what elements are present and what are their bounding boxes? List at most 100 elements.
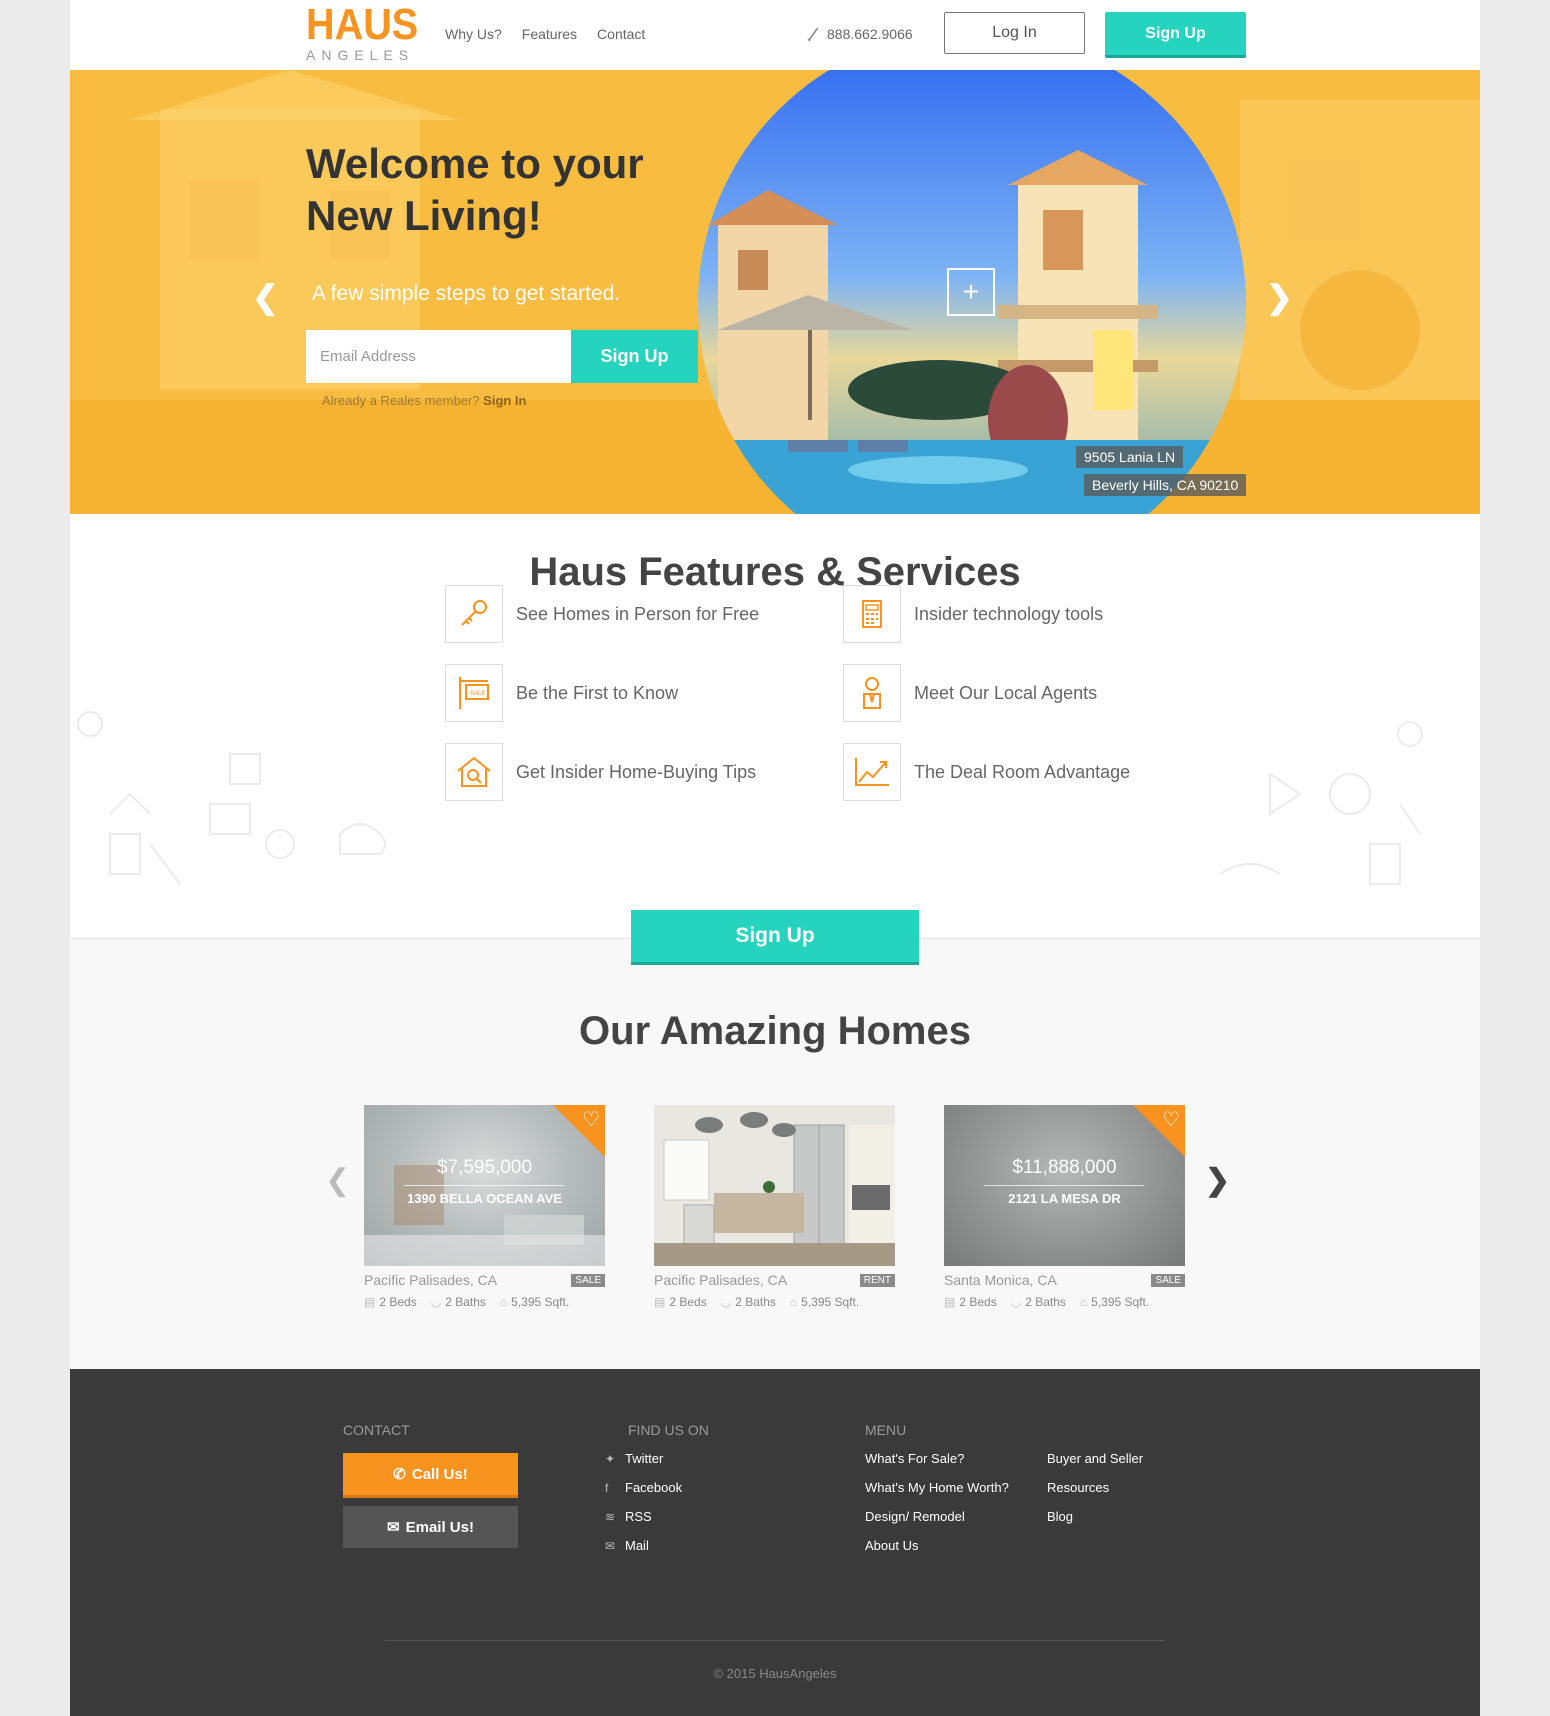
mail-icon: ✉ bbox=[605, 1539, 616, 1553]
logo[interactable]: HAUS ANGELES bbox=[306, 0, 431, 63]
beds-spec: ▤ 2 Beds bbox=[944, 1295, 997, 1309]
hero-prev-arrow-icon[interactable]: ❮ bbox=[252, 278, 279, 316]
home-price: $7,595,000 bbox=[436, 1157, 533, 1178]
bath-icon: ◡ bbox=[1010, 1295, 1022, 1309]
nav-item-features[interactable]: Features bbox=[522, 26, 577, 42]
features-signup-button[interactable]: Sign Up bbox=[631, 910, 919, 962]
feature-item-first-to-know[interactable]: SALE Be the First to Know bbox=[445, 664, 678, 722]
beds-spec: ▤ 2 Beds bbox=[654, 1295, 707, 1309]
bath-icon: ◡ bbox=[430, 1295, 442, 1309]
signin-link[interactable]: Sign In bbox=[483, 393, 526, 408]
heart-icon[interactable]: ♡ bbox=[1162, 1110, 1180, 1130]
bed-icon: ▤ bbox=[364, 1295, 376, 1309]
hero-signup-button[interactable]: Sign Up bbox=[571, 330, 698, 383]
nav-item-why-us[interactable]: Why Us? bbox=[445, 26, 502, 42]
footer-link-blog[interactable]: Blog bbox=[1047, 1507, 1143, 1536]
footer-divider bbox=[385, 1640, 1165, 1641]
home-address: 1390 BELLA OCEAN AVE bbox=[407, 1191, 562, 1206]
footer-link-for-sale[interactable]: What's For Sale? bbox=[865, 1449, 1009, 1478]
house-icon: ⌂ bbox=[789, 1295, 798, 1309]
home-card[interactable]: ♡ $11,888,000 2121 LA MESA DR Santa Moni… bbox=[944, 1105, 1185, 1309]
social-label: RSS bbox=[625, 1509, 652, 1524]
social-link-twitter[interactable]: ✦ Twitter bbox=[605, 1449, 682, 1478]
feature-item-tech-tools[interactable]: Insider technology tools bbox=[843, 585, 1103, 643]
feature-label: Be the First to Know bbox=[516, 682, 679, 703]
feature-item-home-buying-tips[interactable]: Get Insider Home-Buying Tips bbox=[445, 743, 756, 801]
homes-prev-arrow-icon[interactable]: ❮ bbox=[325, 1163, 350, 1198]
home-photo bbox=[654, 1105, 895, 1266]
login-button[interactable]: Log In bbox=[944, 12, 1085, 54]
heart-icon[interactable]: ♡ bbox=[582, 1110, 600, 1130]
agent-icon bbox=[843, 664, 901, 722]
footer-menu-col2: Buyer and Seller Resources Blog bbox=[1047, 1449, 1143, 1536]
hero-subtitle: A few simple steps to get started. bbox=[312, 282, 621, 305]
footer-link-home-worth[interactable]: What's My Home Worth? bbox=[865, 1478, 1009, 1507]
social-link-facebook[interactable]: f Facebook bbox=[605, 1478, 682, 1507]
home-location: Pacific Palisades, CA bbox=[654, 1272, 788, 1288]
header-signup-button[interactable]: Sign Up bbox=[1105, 12, 1246, 55]
feature-item-local-agents[interactable]: Meet Our Local Agents bbox=[843, 664, 1097, 722]
home-address: 2121 LA MESA DR bbox=[1008, 1191, 1121, 1206]
svg-text:SALE: SALE bbox=[470, 691, 485, 697]
features-section: Haus Features & Services See Homes in Pe… bbox=[70, 514, 1480, 938]
site-header: HAUS ANGELES Why Us? Features Contact 88… bbox=[70, 0, 1480, 70]
expand-plus-icon[interactable]: + bbox=[947, 268, 995, 316]
site-footer: CONTACT ✆ Call Us! ✉ Email Us! FIND US O… bbox=[70, 1369, 1480, 1716]
price-divider bbox=[984, 1185, 1144, 1186]
social-link-rss[interactable]: ≋ RSS bbox=[605, 1507, 682, 1536]
phone-number[interactable]: 888.662.9066 bbox=[805, 26, 913, 42]
email-us-label: Email Us! bbox=[405, 1518, 474, 1536]
home-location: Pacific Palisades, CA bbox=[364, 1272, 498, 1288]
logo-wordmark: HAUS bbox=[306, 0, 419, 49]
house-icon: ⌂ bbox=[1079, 1295, 1088, 1309]
hero-title-line2: New Living! bbox=[306, 192, 542, 239]
sqft-spec: ⌂ 5,395 Sqft. bbox=[1079, 1295, 1150, 1309]
home-price: $11,888,000 bbox=[1012, 1157, 1117, 1178]
home-card[interactable]: Pacific Palisades, CA RENT ▤ 2 Beds ◡ 2 Ba… bbox=[654, 1105, 895, 1309]
footer-link-about-us[interactable]: About Us bbox=[865, 1536, 1009, 1565]
footer-menu-heading: MENU bbox=[865, 1422, 907, 1438]
feature-label: Meet Our Local Agents bbox=[914, 682, 1098, 703]
hero-banner: Welcome to your New Living! A few simple… bbox=[70, 70, 1480, 514]
social-link-mail[interactable]: ✉ Mail bbox=[605, 1536, 682, 1565]
listing-address-city: Beverly Hills, CA 90210 bbox=[1084, 474, 1247, 496]
home-specs: ▤ 2 Beds ◡ 2 Baths ⌂ 5,395 Sqft. bbox=[944, 1295, 1185, 1309]
home-meta: Pacific Palisades, CA SALE bbox=[364, 1272, 605, 1288]
twitter-icon: ✦ bbox=[605, 1452, 616, 1466]
doodle-background-pattern bbox=[77, 711, 1423, 885]
copyright: © 2015 HausAngeles bbox=[713, 1666, 837, 1681]
member-signin-text: Already a Reales member? Sign In bbox=[322, 393, 527, 408]
features-title: Haus Features & Services bbox=[529, 550, 1021, 594]
page: HAUS ANGELES Why Us? Features Contact 88… bbox=[70, 0, 1480, 1716]
calculator-icon bbox=[843, 585, 901, 643]
nav-item-contact[interactable]: Contact bbox=[597, 26, 645, 42]
footer-link-buyer-seller[interactable]: Buyer and Seller bbox=[1047, 1449, 1143, 1478]
homes-next-arrow-icon[interactable]: ❯ bbox=[1205, 1163, 1230, 1198]
feature-item-deal-room[interactable]: The Deal Room Advantage bbox=[843, 743, 1130, 801]
status-badge: SALE bbox=[571, 1273, 605, 1287]
sqft-spec: ⌂ 5,395 Sqft. bbox=[499, 1295, 570, 1309]
sale-sign-icon: SALE bbox=[445, 664, 503, 722]
bed-icon: ▤ bbox=[654, 1295, 666, 1309]
facebook-icon: f bbox=[605, 1481, 609, 1495]
hero-title-line1: Welcome to your bbox=[306, 140, 644, 187]
house-icon: ⌂ bbox=[499, 1295, 508, 1309]
home-specs: ▤ 2 Beds ◡ 2 Baths ⌂ 5,395 Sqft. bbox=[654, 1295, 895, 1309]
footer-contact-heading: CONTACT bbox=[343, 1422, 410, 1438]
hero-next-arrow-icon[interactable]: ❯ bbox=[1266, 278, 1293, 316]
phone-text: 888.662.9066 bbox=[827, 26, 913, 42]
hero-title: Welcome to your New Living! bbox=[306, 138, 644, 242]
home-card[interactable]: ♡ $7,595,000 1390 BELLA OCEAN AVE Pacifi… bbox=[364, 1105, 605, 1309]
feature-item-see-homes[interactable]: See Homes in Person for Free bbox=[445, 585, 759, 643]
email-us-button[interactable]: ✉ Email Us! bbox=[343, 1506, 518, 1548]
email-input[interactable]: Email Address bbox=[306, 330, 571, 383]
baths-spec: ◡ 2 Baths bbox=[430, 1295, 486, 1309]
footer-link-resources[interactable]: Resources bbox=[1047, 1478, 1143, 1507]
beds-spec: ▤ 2 Beds bbox=[364, 1295, 417, 1309]
member-prompt: Already a Reales member? bbox=[322, 393, 480, 408]
sqft-spec: ⌂ 5,395 Sqft. bbox=[789, 1295, 860, 1309]
footer-link-design-remodel[interactable]: Design/ Remodel bbox=[865, 1507, 1009, 1536]
phone-icon: ✆ bbox=[393, 1466, 406, 1483]
call-us-button[interactable]: ✆ Call Us! bbox=[343, 1453, 518, 1495]
status-badge: RENT bbox=[859, 1273, 895, 1287]
